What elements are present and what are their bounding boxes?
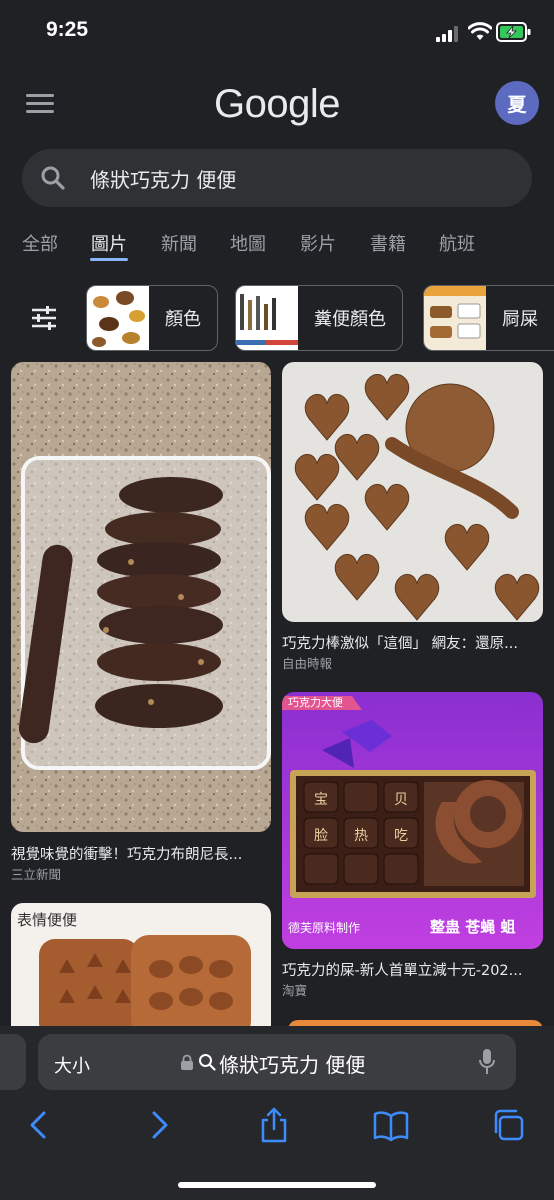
- search-icon: [41, 166, 65, 190]
- filter-sliders-icon[interactable]: [30, 304, 58, 332]
- forward-chevron-icon[interactable]: [140, 1106, 178, 1144]
- share-icon[interactable]: [255, 1106, 293, 1144]
- chip-color-label: 顏色: [165, 309, 201, 330]
- banner-text: 巧克力大便: [288, 695, 343, 709]
- tabs-overview-icon[interactable]: [490, 1106, 528, 1144]
- status-time: 9:25: [46, 18, 89, 41]
- wifi-icon: [468, 22, 492, 40]
- candy-text-4: 热: [354, 828, 368, 844]
- result-caption-1[interactable]: 視覺味覺的衝擊！巧克力布朗尼長...: [11, 843, 273, 864]
- tab-books[interactable]: 書籍: [370, 230, 406, 256]
- tab-news[interactable]: 新聞: [161, 230, 197, 256]
- chip-color[interactable]: 顏色: [86, 285, 218, 351]
- address-text[interactable]: 條狀巧克力 便便: [219, 1049, 365, 1078]
- search-small-icon: [199, 1054, 216, 1071]
- chip-poop-label: 屙屎: [502, 309, 538, 330]
- maker-text: 德芙原料制作: [288, 920, 360, 935]
- chip-poop[interactable]: 屙屎: [423, 285, 554, 351]
- candy-text-5: 吃: [394, 828, 408, 844]
- image-label-text: 表情便便: [17, 911, 77, 929]
- tab-images[interactable]: 圖片: [91, 230, 127, 256]
- candy-text-2: 贝: [394, 792, 408, 808]
- result-source-3: 淘寶: [282, 983, 308, 998]
- chip-stool-color-thumbnail: [236, 286, 298, 350]
- cellular-signal-icon: [436, 26, 458, 42]
- chip-poop-thumbnail: [424, 286, 486, 350]
- battery-charging-icon: [496, 22, 531, 42]
- chip-stool-color[interactable]: 糞便顏色: [235, 285, 403, 351]
- result-image-3[interactable]: 宝 贝 脸 热 吃 巧克力大便 德芙原料制作 整蛊 苍蝇 蛆: [282, 692, 543, 949]
- account-avatar[interactable]: 夏: [495, 81, 539, 125]
- candy-text-1: 宝: [314, 792, 328, 808]
- hamburger-menu-icon[interactable]: [26, 94, 54, 114]
- tab-all[interactable]: 全部: [22, 230, 58, 256]
- result-image-4[interactable]: 表情便便: [11, 903, 271, 1033]
- tab-videos[interactable]: 影片: [300, 230, 336, 256]
- microphone-icon[interactable]: [478, 1048, 496, 1076]
- result-caption-3[interactable]: 巧克力的屎-新人首單立減十元-202...: [282, 959, 544, 980]
- bookmarks-book-icon[interactable]: [372, 1106, 410, 1144]
- previous-tab-peek[interactable]: [0, 1034, 26, 1090]
- result-image-2[interactable]: [282, 362, 543, 622]
- lock-icon: [181, 1054, 193, 1070]
- text-size-button[interactable]: 大小: [54, 1052, 90, 1078]
- result-source-1: 三立新聞: [11, 867, 62, 882]
- tab-flights[interactable]: 航班: [439, 230, 475, 256]
- result-caption-2[interactable]: 巧克力棒激似「這個」 網友：還原...: [282, 632, 544, 653]
- chip-color-thumbnail: [87, 286, 149, 350]
- active-tab-indicator: [90, 258, 128, 261]
- chip-stool-color-label: 糞便顏色: [314, 309, 386, 330]
- home-indicator: [178, 1182, 376, 1188]
- search-query[interactable]: 條狀巧克力 便便: [90, 164, 236, 193]
- result-image-1[interactable]: [11, 362, 271, 832]
- candy-text-3: 脸: [314, 828, 328, 844]
- google-logo[interactable]: Google: [214, 82, 340, 127]
- result-source-2: 自由時報: [282, 656, 333, 671]
- back-chevron-icon[interactable]: [20, 1106, 58, 1144]
- tagline-text: 整蛊 苍蝇 蛆: [430, 918, 515, 936]
- tab-maps[interactable]: 地圖: [230, 230, 266, 256]
